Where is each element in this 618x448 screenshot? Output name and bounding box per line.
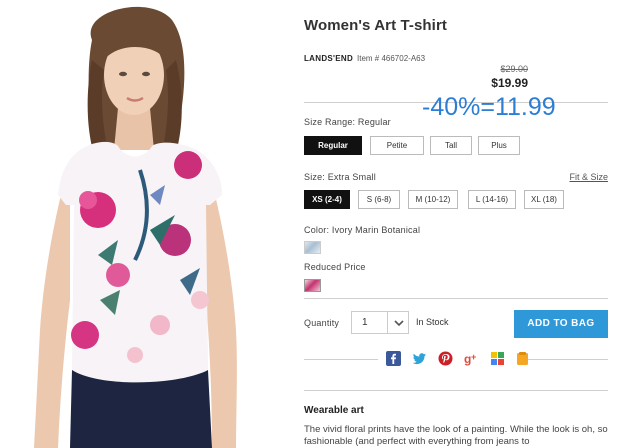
size-range-tall[interactable]: Tall bbox=[430, 136, 472, 155]
google-plus-icon[interactable]: g + bbox=[464, 351, 479, 366]
reduced-price-label: Reduced Price bbox=[304, 262, 366, 272]
description-heading: Wearable art bbox=[304, 405, 364, 416]
product-details: Women's Art T-shirt LANDS'END Item # 466… bbox=[304, 0, 610, 448]
size-range-label: Size Range: Regular bbox=[304, 117, 391, 127]
divider bbox=[304, 298, 608, 299]
share-icon[interactable] bbox=[490, 351, 505, 366]
size-m[interactable]: M (10-12) bbox=[408, 190, 458, 209]
divider bbox=[304, 390, 608, 391]
size-range-regular[interactable]: Regular bbox=[304, 136, 362, 155]
product-image[interactable] bbox=[0, 0, 290, 448]
discount-overlay-text: -40%=11.99 bbox=[422, 93, 556, 121]
stock-status: In Stock bbox=[416, 317, 449, 327]
size-xl[interactable]: XL (18) bbox=[524, 190, 564, 209]
size-xs[interactable]: XS (2-4) bbox=[304, 190, 350, 209]
add-to-bag-button[interactable]: ADD TO BAG bbox=[514, 310, 608, 338]
fit-and-size-link[interactable]: Fit & Size bbox=[569, 172, 608, 182]
size-s[interactable]: S (6-8) bbox=[358, 190, 400, 209]
quantity-label: Quantity bbox=[304, 318, 340, 328]
product-photo-illustration bbox=[0, 0, 290, 448]
twitter-icon[interactable] bbox=[412, 351, 427, 366]
color-swatch-ivory-marin[interactable] bbox=[304, 241, 321, 254]
facebook-icon[interactable] bbox=[386, 351, 401, 366]
size-l[interactable]: L (14-16) bbox=[468, 190, 516, 209]
quantity-select[interactable]: 1 bbox=[351, 311, 409, 334]
divider bbox=[304, 359, 378, 360]
pinterest-icon[interactable] bbox=[438, 351, 453, 366]
size-range-plus[interactable]: Plus bbox=[478, 136, 520, 155]
chevron-down-icon[interactable] bbox=[391, 315, 407, 330]
sale-price: $19.99 bbox=[491, 76, 528, 90]
original-price: $29.00 bbox=[500, 64, 528, 74]
product-title: Women's Art T-shirt bbox=[304, 17, 447, 34]
description-text: The vivid floral prints have the look of… bbox=[304, 424, 608, 447]
quantity-value: 1 bbox=[362, 317, 368, 328]
divider bbox=[387, 312, 388, 333]
size-label: Size: Extra Small bbox=[304, 172, 376, 182]
favorite-icon[interactable] bbox=[515, 351, 530, 366]
size-range-petite[interactable]: Petite bbox=[370, 136, 424, 155]
item-number: Item # 466702-A63 bbox=[357, 54, 426, 63]
divider bbox=[524, 359, 608, 360]
svg-text:+: + bbox=[471, 352, 476, 362]
brand-logo: LANDS'END bbox=[304, 54, 354, 63]
color-label: Color: Ivory Marin Botanical bbox=[304, 225, 421, 235]
color-swatch-reduced[interactable] bbox=[304, 279, 321, 292]
